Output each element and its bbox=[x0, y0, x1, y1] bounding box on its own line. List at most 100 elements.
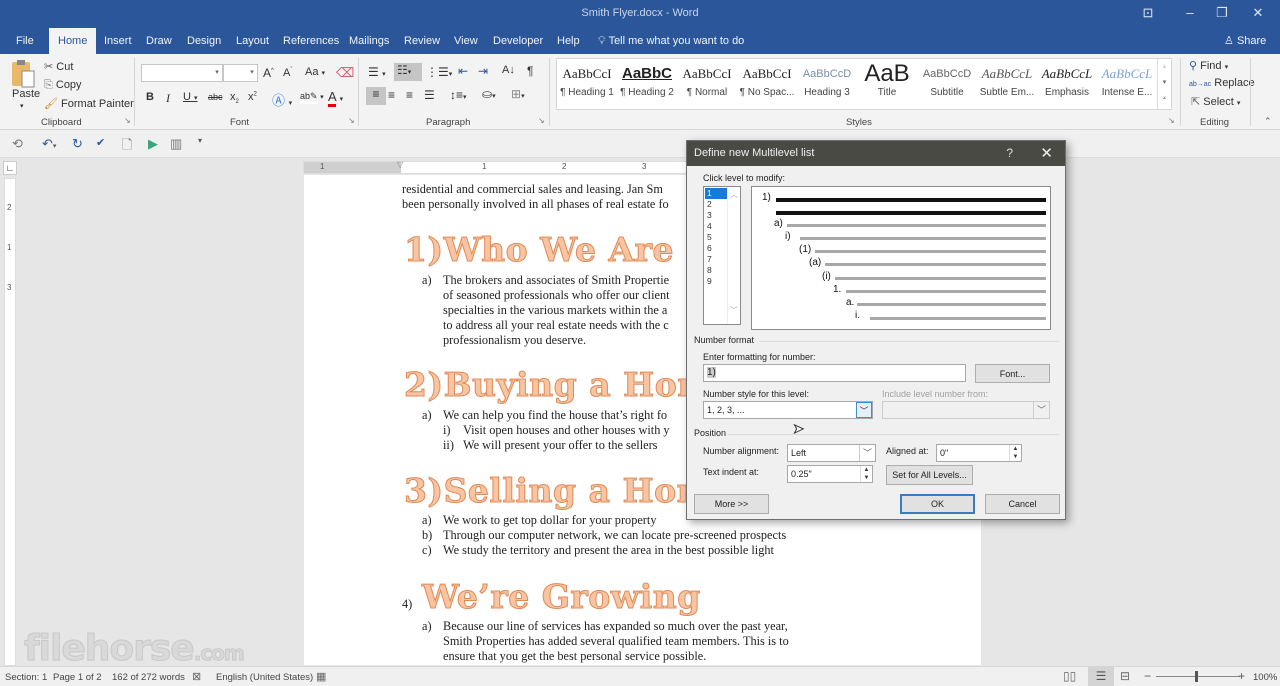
bullets-button[interactable]: ☰ ▾ bbox=[368, 65, 386, 79]
style-emphasis[interactable]: AaBbCcL Emphasis bbox=[1037, 63, 1097, 98]
level-item[interactable]: 6 bbox=[705, 243, 727, 254]
vertical-ruler[interactable]: 2 1 3 bbox=[4, 178, 16, 666]
web-layout-view-button[interactable]: ⊟ bbox=[1120, 669, 1130, 683]
font-color-button[interactable]: A ▾ bbox=[328, 89, 343, 107]
superscript-button[interactable]: x2 bbox=[248, 91, 257, 103]
style-heading-2[interactable]: AaBbC ¶ Heading 2 bbox=[617, 63, 677, 98]
number-style-select[interactable]: 1, 2, 3, ... ﹀ bbox=[703, 401, 873, 419]
font-dialog-launcher[interactable]: ↘ bbox=[348, 116, 355, 125]
align-right-button[interactable]: ≡ bbox=[406, 88, 413, 102]
more-button[interactable]: More >> bbox=[694, 494, 769, 514]
paste-dropdown-icon[interactable]: ▾ bbox=[20, 102, 24, 110]
tab-help[interactable]: Help bbox=[555, 28, 582, 54]
paragraph-dialog-launcher[interactable]: ↘ bbox=[538, 116, 545, 125]
level-list-scrollbar[interactable]: ︿ ﹀ bbox=[727, 187, 740, 324]
tab-insert[interactable]: Insert bbox=[102, 28, 134, 54]
text-indent-input[interactable]: 0.25" ▲ ▼ bbox=[787, 465, 873, 483]
cancel-button[interactable]: Cancel bbox=[985, 494, 1060, 514]
line-spacing-button[interactable]: ↕≡▾ bbox=[450, 88, 467, 102]
macro-recording-icon[interactable]: ▦ bbox=[316, 670, 326, 683]
run-button[interactable]: ▶ bbox=[148, 136, 158, 152]
chevron-down-icon[interactable]: ﹀ bbox=[859, 445, 875, 461]
zoom-level[interactable]: 100% bbox=[1253, 672, 1277, 683]
font-family-select[interactable]: ▾ bbox=[141, 64, 223, 82]
style-heading-3[interactable]: AaBbCcD Heading 3 bbox=[797, 63, 857, 98]
scroll-up-icon[interactable]: ︿ bbox=[728, 189, 740, 200]
close-window-button[interactable]: ✕ bbox=[1246, 4, 1270, 22]
collapse-ribbon-button[interactable]: ⌃ bbox=[1264, 116, 1272, 127]
spin-buttons[interactable]: ▲ ▼ bbox=[1009, 445, 1021, 461]
share-button[interactable]: ♙ Share bbox=[1222, 28, 1268, 54]
show-formatting-button[interactable]: ¶ bbox=[527, 64, 533, 78]
horizontal-ruler[interactable]: 1 1 2 3 ▽ bbox=[303, 160, 693, 174]
style-subtle-emphasis[interactable]: AaBbCcL Subtle Em... bbox=[977, 63, 1037, 98]
copy-button[interactable]: ⎘ Copy bbox=[44, 79, 82, 92]
chevron-down-icon[interactable]: ﹀ bbox=[856, 402, 872, 418]
tab-draw[interactable]: Draw bbox=[144, 28, 174, 54]
style-intense-emphasis[interactable]: AaBbCcL Intense E... bbox=[1097, 63, 1157, 98]
tab-home[interactable]: Home bbox=[49, 28, 97, 54]
language-indicator[interactable]: English (United States) bbox=[216, 672, 313, 683]
level-item[interactable]: 5 bbox=[705, 232, 727, 243]
tab-view[interactable]: View bbox=[452, 28, 480, 54]
tab-file[interactable]: File bbox=[14, 28, 36, 54]
find-button[interactable]: ⚲ Find ▾ bbox=[1189, 59, 1228, 72]
minimize-button[interactable]: – bbox=[1178, 4, 1202, 22]
select-button[interactable]: ⇱ Select ▾ bbox=[1191, 95, 1240, 108]
level-list[interactable]: 1 2 3 4 5 6 7 8 9 ︿ ﹀ bbox=[703, 186, 741, 325]
zoom-in-button[interactable]: + bbox=[1238, 669, 1245, 683]
tab-review[interactable]: Review bbox=[402, 28, 442, 54]
style-no-spacing[interactable]: AaBbCcI ¶ No Spac... bbox=[737, 63, 797, 98]
tab-developer[interactable]: Developer bbox=[491, 28, 545, 54]
align-center-button[interactable]: ≡ bbox=[388, 88, 395, 102]
level-item[interactable]: 3 bbox=[705, 210, 727, 221]
grow-font-button[interactable]: A^ bbox=[263, 66, 274, 80]
tab-selector[interactable]: ∟ bbox=[3, 161, 17, 175]
increase-indent-button[interactable]: ⇥ bbox=[478, 64, 488, 78]
new-document-button[interactable]: 🗋︎ bbox=[122, 136, 132, 158]
paste-button[interactable] bbox=[10, 59, 38, 89]
style-heading-1[interactable]: AaBbCcI ¶ Heading 1 bbox=[557, 63, 617, 98]
clipboard-dialog-launcher[interactable]: ↘ bbox=[124, 116, 131, 125]
read-mode-view-button[interactable]: ▯▯ bbox=[1063, 669, 1076, 683]
spin-buttons[interactable]: ▲ ▼ bbox=[860, 466, 872, 482]
align-left-button[interactable]: ≡ bbox=[366, 87, 386, 105]
clear-formatting-button[interactable]: ⌫ bbox=[336, 65, 354, 81]
level-item[interactable]: 1 bbox=[705, 188, 727, 199]
justify-button[interactable]: ☰ bbox=[424, 88, 435, 102]
highlight-button[interactable]: ab✎ ▾ bbox=[300, 91, 324, 104]
subscript-button[interactable]: x2 bbox=[230, 91, 239, 105]
decrease-indent-button[interactable]: ⇤ bbox=[458, 64, 468, 78]
zoom-out-button[interactable]: − bbox=[1144, 669, 1151, 683]
text-effects-button[interactable]: Ⓐ ▾ bbox=[272, 90, 292, 109]
numbering-button[interactable]: ☷▾ bbox=[394, 63, 422, 81]
scroll-down-icon[interactable]: ▾ bbox=[1158, 75, 1171, 91]
shrink-font-button[interactable]: Aˇ bbox=[283, 67, 292, 79]
number-format-input[interactable]: 1) bbox=[703, 364, 966, 382]
italic-button[interactable]: I bbox=[166, 91, 170, 106]
styles-scroll[interactable]: ▴ ▾ ⩡ bbox=[1157, 59, 1171, 109]
dialog-close-button[interactable]: ✕ bbox=[1040, 141, 1053, 166]
customize-qat-button[interactable]: ▾ bbox=[198, 136, 202, 145]
ok-button[interactable]: OK bbox=[900, 494, 975, 514]
shading-button[interactable]: ⛀▾ bbox=[482, 87, 496, 101]
indent-marker[interactable]: ▽ bbox=[397, 160, 403, 169]
page-indicator[interactable]: Page 1 of 2 bbox=[53, 672, 102, 683]
style-normal[interactable]: AaBbCcI ¶ Normal bbox=[677, 63, 737, 98]
style-title[interactable]: AaB Title bbox=[857, 63, 917, 98]
paste-label[interactable]: Paste bbox=[12, 88, 40, 100]
aligned-at-input[interactable]: 0" ▲ ▼ bbox=[936, 444, 1022, 462]
scroll-down-icon[interactable]: ﹀ bbox=[728, 305, 740, 316]
scroll-up-icon[interactable]: ▴ bbox=[1158, 59, 1171, 75]
zoom-slider-thumb[interactable] bbox=[1195, 671, 1198, 682]
autosave-button[interactable]: ⟲ bbox=[12, 136, 23, 152]
tell-me-search[interactable]: 💡︎ Tell me what you want to do bbox=[596, 28, 746, 54]
tab-mailings[interactable]: Mailings bbox=[347, 28, 391, 54]
replace-button[interactable]: ab→ac Replace bbox=[1189, 77, 1255, 89]
level-item[interactable]: 7 bbox=[705, 254, 727, 265]
styles-dialog-launcher[interactable]: ↘ bbox=[1168, 116, 1175, 125]
read-mode-button[interactable]: ▥ bbox=[170, 136, 182, 152]
tab-layout[interactable]: Layout bbox=[234, 28, 271, 54]
level-item[interactable]: 4 bbox=[705, 221, 727, 232]
style-subtitle[interactable]: AaBbCcD Subtitle bbox=[917, 63, 977, 98]
